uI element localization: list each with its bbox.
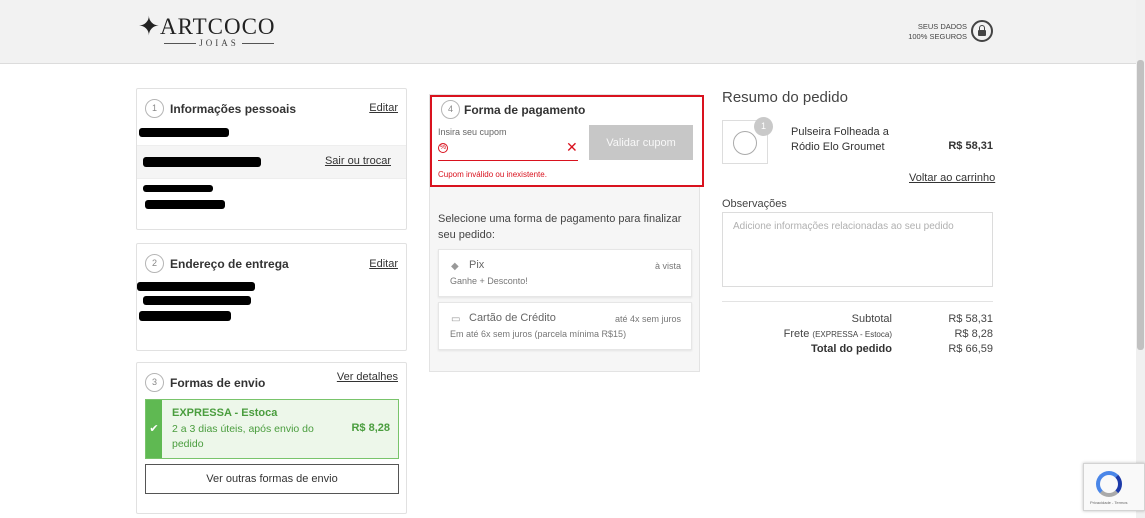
- credit-card-icon: ▭: [451, 314, 461, 325]
- coupon-label: Insira seu cupom: [438, 127, 507, 137]
- subtotal-value: R$ 58,31: [948, 313, 993, 325]
- clear-coupon-icon[interactable]: ✕: [566, 139, 578, 156]
- shipping-methods-card: 3 Formas de envio Ver detalhes ✔ EXPRESS…: [136, 362, 407, 514]
- redacted-street: [137, 282, 255, 291]
- payment-instructions: Selecione uma forma de pagamento para fi…: [438, 213, 682, 241]
- edit-address-link[interactable]: Editar: [369, 258, 398, 270]
- shipping-name: EXPRESSA - Estoca: [172, 407, 278, 419]
- observations-label: Observações: [722, 198, 787, 210]
- card-title: Formas de envio: [170, 376, 266, 390]
- artcoco-logo[interactable]: ✦ ARTCOCO JOIAS: [138, 10, 282, 52]
- order-total-label: Total do pedido: [810, 343, 892, 355]
- observations-textarea[interactable]: [722, 212, 993, 287]
- order-summary-title: Resumo do pedido: [722, 89, 848, 106]
- logout-switch-link[interactable]: Sair ou trocar: [325, 155, 391, 167]
- secure-text: SEUS DADOS 100% SEGUROS: [908, 22, 967, 41]
- logo-text: ARTCOCO: [160, 14, 276, 39]
- email-row: Sair ou trocar: [137, 145, 406, 179]
- shipping-price: R$ 8,28: [351, 422, 390, 434]
- shipping-description: 2 a 3 dias úteis, após envio do pedido: [172, 423, 314, 450]
- lock-icon: [971, 20, 993, 42]
- payment-option-name: Cartão de Crédito: [469, 312, 556, 324]
- bracelet-image: [733, 131, 757, 155]
- payment-option-name: Pix: [469, 259, 485, 271]
- pix-icon: ◆: [451, 261, 459, 272]
- coupon-box: 4 Forma de pagamento Insira seu cupom % …: [430, 95, 704, 187]
- recaptcha-badge[interactable]: Privacidade - Termos: [1083, 463, 1145, 511]
- product-price: R$ 58,31: [948, 140, 993, 152]
- card-title: Endereço de entrega: [170, 257, 289, 271]
- step-number: 2: [145, 254, 164, 273]
- shipping-option-selected[interactable]: ✔ EXPRESSA - Estoca 2 a 3 dias úteis, ap…: [145, 399, 399, 459]
- coupon-tag-icon: %: [438, 143, 448, 153]
- step-number: 1: [145, 99, 164, 118]
- shipping-details-link[interactable]: Ver detalhes: [337, 371, 398, 383]
- payment-option-description: Ganhe + Desconto!: [450, 276, 528, 286]
- scrollbar-thumb[interactable]: [1137, 60, 1144, 350]
- personal-info-card: 1 Informações pessoais Editar Sair ou tr…: [136, 88, 407, 230]
- other-shipping-button[interactable]: Ver outras formas de envio: [145, 464, 399, 494]
- header: ✦ ARTCOCO JOIAS SEUS DADOS 100% SEGUROS: [0, 0, 1136, 64]
- redacted-city: [139, 311, 231, 321]
- back-to-cart-link[interactable]: Voltar ao carrinho: [909, 172, 995, 184]
- payment-option-pix[interactable]: ◆ Pix à vista Ganhe + Desconto!: [438, 249, 692, 297]
- edit-personal-info-link[interactable]: Editar: [369, 102, 398, 114]
- card-title: Forma de pagamento: [464, 103, 586, 117]
- recaptcha-icon: [1096, 471, 1122, 497]
- coupon-error-message: Cupom inválido ou inexistente.: [438, 170, 547, 179]
- step-number: 3: [145, 373, 164, 392]
- check-icon: ✔: [146, 400, 162, 458]
- payment-option-credit-card[interactable]: ▭ Cartão de Crédito até 4x sem juros Em …: [438, 302, 692, 350]
- redacted-phone: [145, 200, 225, 209]
- shipping-total-label: Frete (EXPRESSA - Estoca): [783, 328, 892, 340]
- payment-section: 4 Forma de pagamento Insira seu cupom % …: [429, 94, 704, 372]
- payment-option-note: à vista: [654, 261, 681, 271]
- coupon-input[interactable]: [438, 139, 578, 161]
- product-name: Pulseira Folheada a Ródio Elo Groumet: [791, 126, 889, 153]
- product-quantity-badge: 1: [754, 117, 773, 136]
- order-total-value: R$ 66,59: [948, 343, 993, 355]
- redacted-email: [143, 157, 261, 167]
- page-scrollbar[interactable]: [1136, 0, 1145, 518]
- payment-option-note: até 4x sem juros: [614, 314, 681, 324]
- summary-divider: [722, 301, 993, 302]
- subtotal-label: Subtotal: [851, 313, 892, 325]
- logo-subtitle: JOIAS: [160, 38, 278, 48]
- card-title: Informações pessoais: [170, 102, 297, 116]
- shipping-total-value: R$ 8,28: [954, 328, 993, 340]
- redacted-document: [143, 185, 213, 192]
- redacted-name: [139, 128, 229, 137]
- shipping-address-card: 2 Endereço de entrega Editar: [136, 243, 407, 351]
- recaptcha-text: Privacidade - Termos: [1090, 500, 1128, 505]
- redacted-district: [143, 296, 251, 305]
- step-number: 4: [441, 100, 460, 119]
- secure-badge: SEUS DADOS 100% SEGUROS: [905, 20, 997, 44]
- palm-tree-icon: ✦: [138, 12, 161, 41]
- validate-coupon-button[interactable]: Validar cupom: [589, 125, 693, 160]
- payment-option-description: Em até 6x sem juros (parcela mínima R$15…: [450, 329, 627, 339]
